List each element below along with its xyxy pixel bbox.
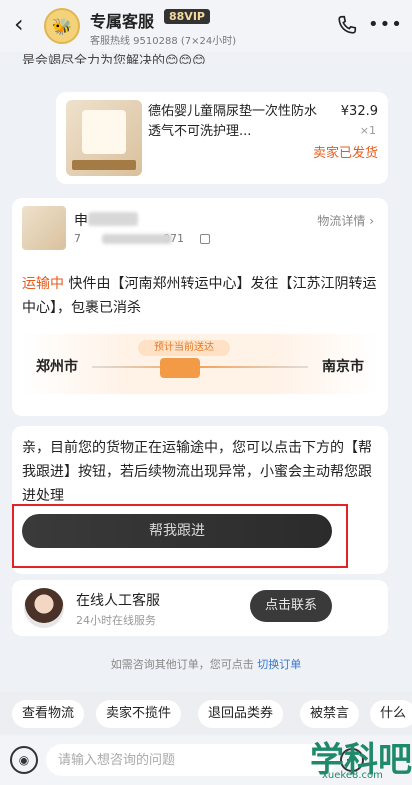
hotline-text: 客服热线 9510288 (7×24小时) <box>90 36 237 47</box>
logistics-text: 快件由【河南郑州转运中心】发往【江苏江阴转运中心】，包裹已消杀 <box>22 276 377 316</box>
chip-seller-not-pickup[interactable]: 卖家不揽件 <box>96 700 182 728</box>
highlight-box <box>12 504 348 568</box>
switch-order-link[interactable]: 切换订单 <box>257 658 301 671</box>
product-quantity: ×1 <box>359 124 376 137</box>
chip-return-coupon[interactable]: 退回品类券 <box>198 700 284 728</box>
service-avatar: 🐝 <box>44 8 80 44</box>
redacted-number <box>102 234 172 244</box>
transit-status: 运输中 <box>22 276 64 292</box>
logistics-card: 申 7 071 物流详情 › 运输中 快件由【河南郑州转运中心】发往【江苏江阴转运… <box>12 198 388 416</box>
product-card[interactable]: 德佑婴儿童隔尿垫一次性防水透气不可洗护理... ¥32.9 ×1 卖家已发货 <box>56 92 388 184</box>
copy-icon[interactable] <box>200 234 210 244</box>
vip-badge: 88VIP <box>164 9 210 24</box>
agent-avatar <box>24 588 64 628</box>
back-arrow-icon[interactable]: ‹ <box>14 12 38 36</box>
voice-icon[interactable]: ◉ <box>10 746 38 774</box>
eta-badge: 预计当前送达 <box>138 340 230 356</box>
switch-order-tip: 如需咨询其他订单，您可点击 切换订单 <box>110 658 302 671</box>
watermark-url: xueke8.com <box>322 770 383 781</box>
truck-icon <box>160 358 200 378</box>
agent-subtitle: 24小时在线服务 <box>76 614 156 627</box>
contact-button[interactable]: 点击联系 <box>250 590 332 622</box>
more-icon[interactable]: ••• <box>368 14 403 35</box>
redacted-text <box>88 212 138 226</box>
shipping-status: 卖家已发货 <box>312 146 378 161</box>
product-price: ¥32.9 <box>340 104 378 119</box>
logistics-message: 运输中 快件由【河南郑州转运中心】发往【江苏江阴转运中心】，包裹已消杀 <box>22 272 378 320</box>
help-message: 亲，目前您的货物正在运输途中，您可以点击下方的【帮我跟进】按钮，若后续物流出现异… <box>22 440 372 504</box>
agent-name: 在线人工客服 <box>76 593 160 609</box>
product-thumbnail <box>66 100 142 176</box>
message-text: 是会竭尽全力为您解决的😊😊😊 <box>22 54 206 64</box>
product-thumbnail <box>22 206 66 250</box>
chip-muted[interactable]: 被禁言 <box>300 700 360 728</box>
page-title: 专属客服 <box>90 12 155 31</box>
route-line <box>92 366 308 368</box>
quick-reply-bar: 查看物流 卖家不揽件 退回品类券 被禁言 什么 <box>0 692 412 734</box>
route-origin: 郑州市 <box>36 359 78 375</box>
chip-more[interactable]: 什么 <box>370 700 412 728</box>
product-name: 德佑婴儿童隔尿垫一次性防水透气不可洗护理... <box>148 104 318 139</box>
courier-name: 申 <box>74 213 88 229</box>
message-input[interactable] <box>46 744 336 776</box>
route-map: 预计当前送达 郑州市 南京市 <box>22 334 378 394</box>
logistics-detail-link[interactable]: 物流详情 › <box>317 212 374 229</box>
agent-card: 在线人工客服 24小时在线服务 点击联系 <box>12 580 388 636</box>
chip-check-logistics[interactable]: 查看物流 <box>12 700 85 728</box>
phone-icon[interactable] <box>336 14 358 36</box>
route-destination: 南京市 <box>322 359 364 375</box>
chat-header: ‹ 🐝 专属客服 88VIP 客服热线 9510288 (7×24小时) ••• <box>0 0 412 52</box>
